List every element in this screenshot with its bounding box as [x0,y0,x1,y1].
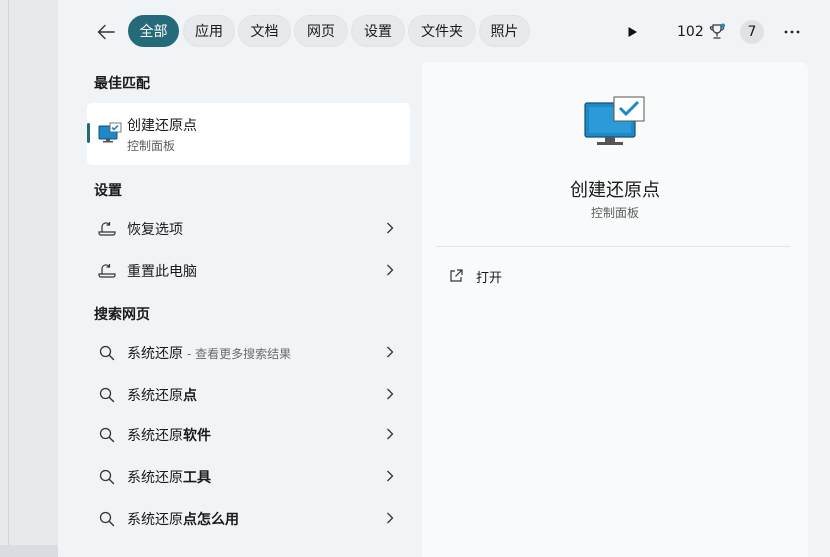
web-result-1[interactable]: 系统还原 - 查看更多搜索结果 [87,334,410,372]
web-result-label: 系统还原软件 [127,428,211,444]
search-filter-bar: 全部 应用 文档 网页 设置 文件夹 照片 102 7 [58,0,830,62]
best-match-subtitle: 控制面板 [127,139,176,153]
chevron-right-icon [387,222,394,234]
search-icon [99,345,115,361]
tab-all[interactable]: 全部 [128,15,179,47]
web-result-label: 系统还原点怎么用 [127,512,239,528]
settings-item-label: 重置此电脑 [127,264,197,280]
chevron-right-icon [387,512,394,524]
search-icon [99,511,115,527]
rewards-points-value: 102 [677,24,704,40]
tab-web[interactable]: 网页 [294,15,348,47]
best-match-heading: 最佳匹配 [94,76,150,92]
web-result-5[interactable]: 系统还原点怎么用 [87,500,410,538]
web-result-label: 系统还原工具 [127,470,211,486]
web-result-label: 系统还原 [127,346,183,362]
open-action-label: 打开 [476,270,503,286]
search-icon [99,387,115,403]
web-result-4[interactable]: 系统还原工具 [87,458,410,496]
background-window-border [8,0,9,557]
web-result-3[interactable]: 系统还原软件 [87,416,410,454]
play-button[interactable] [620,20,644,44]
detail-subtitle: 控制面板 [590,206,639,220]
settings-item-reset-pc[interactable]: 重置此电脑 [87,252,410,290]
settings-heading: 设置 [94,183,122,199]
rewards-points[interactable]: 102 [677,19,726,45]
best-match-result[interactable]: 创建还原点 控制面板 [87,103,410,165]
detail-pane: 创建还原点 控制面板 打开 [422,62,808,557]
trophy-icon [709,23,725,39]
reset-pc-icon [98,264,116,278]
tab-settings[interactable]: 设置 [351,15,405,47]
best-match-title: 创建还原点 [127,118,197,134]
play-icon [628,27,637,37]
selection-indicator [87,123,90,143]
chevron-right-icon [387,388,394,400]
open-action[interactable]: 打开 [436,260,790,292]
search-panel: 全部 应用 文档 网页 设置 文件夹 照片 102 7 最佳匹配 创建还原点 控… [58,0,830,557]
back-button[interactable] [92,18,120,46]
background-window-bottom [0,545,58,557]
tab-documents[interactable]: 文档 [238,15,291,47]
more-options-button[interactable] [778,18,806,46]
recovery-icon [98,222,116,236]
notification-badge[interactable]: 7 [740,20,764,44]
settings-item-label: 恢复选项 [127,222,183,238]
back-arrow-icon [97,24,115,40]
monitor-checkmark-icon [584,96,645,145]
web-result-hint: - 查看更多搜索结果 [187,346,292,361]
search-icon [99,427,115,443]
search-icon [99,469,115,485]
chevron-right-icon [387,470,394,482]
chevron-right-icon [387,264,394,276]
background-window-edge [0,0,59,557]
tab-photos[interactable]: 照片 [479,15,530,47]
open-external-icon [450,269,463,282]
ellipsis-icon [784,30,800,34]
web-result-label: 系统还原点 [127,388,197,404]
detail-divider [436,246,790,247]
tab-folders[interactable]: 文件夹 [408,15,476,47]
monitor-checkmark-icon [98,122,122,143]
web-result-2[interactable]: 系统还原点 [87,376,410,414]
chevron-right-icon [387,346,394,358]
settings-item-recovery-options[interactable]: 恢复选项 [87,210,410,248]
detail-title: 创建还原点 [570,180,660,201]
tab-apps[interactable]: 应用 [183,15,235,47]
web-search-heading: 搜索网页 [94,307,150,323]
chevron-right-icon [387,428,394,440]
